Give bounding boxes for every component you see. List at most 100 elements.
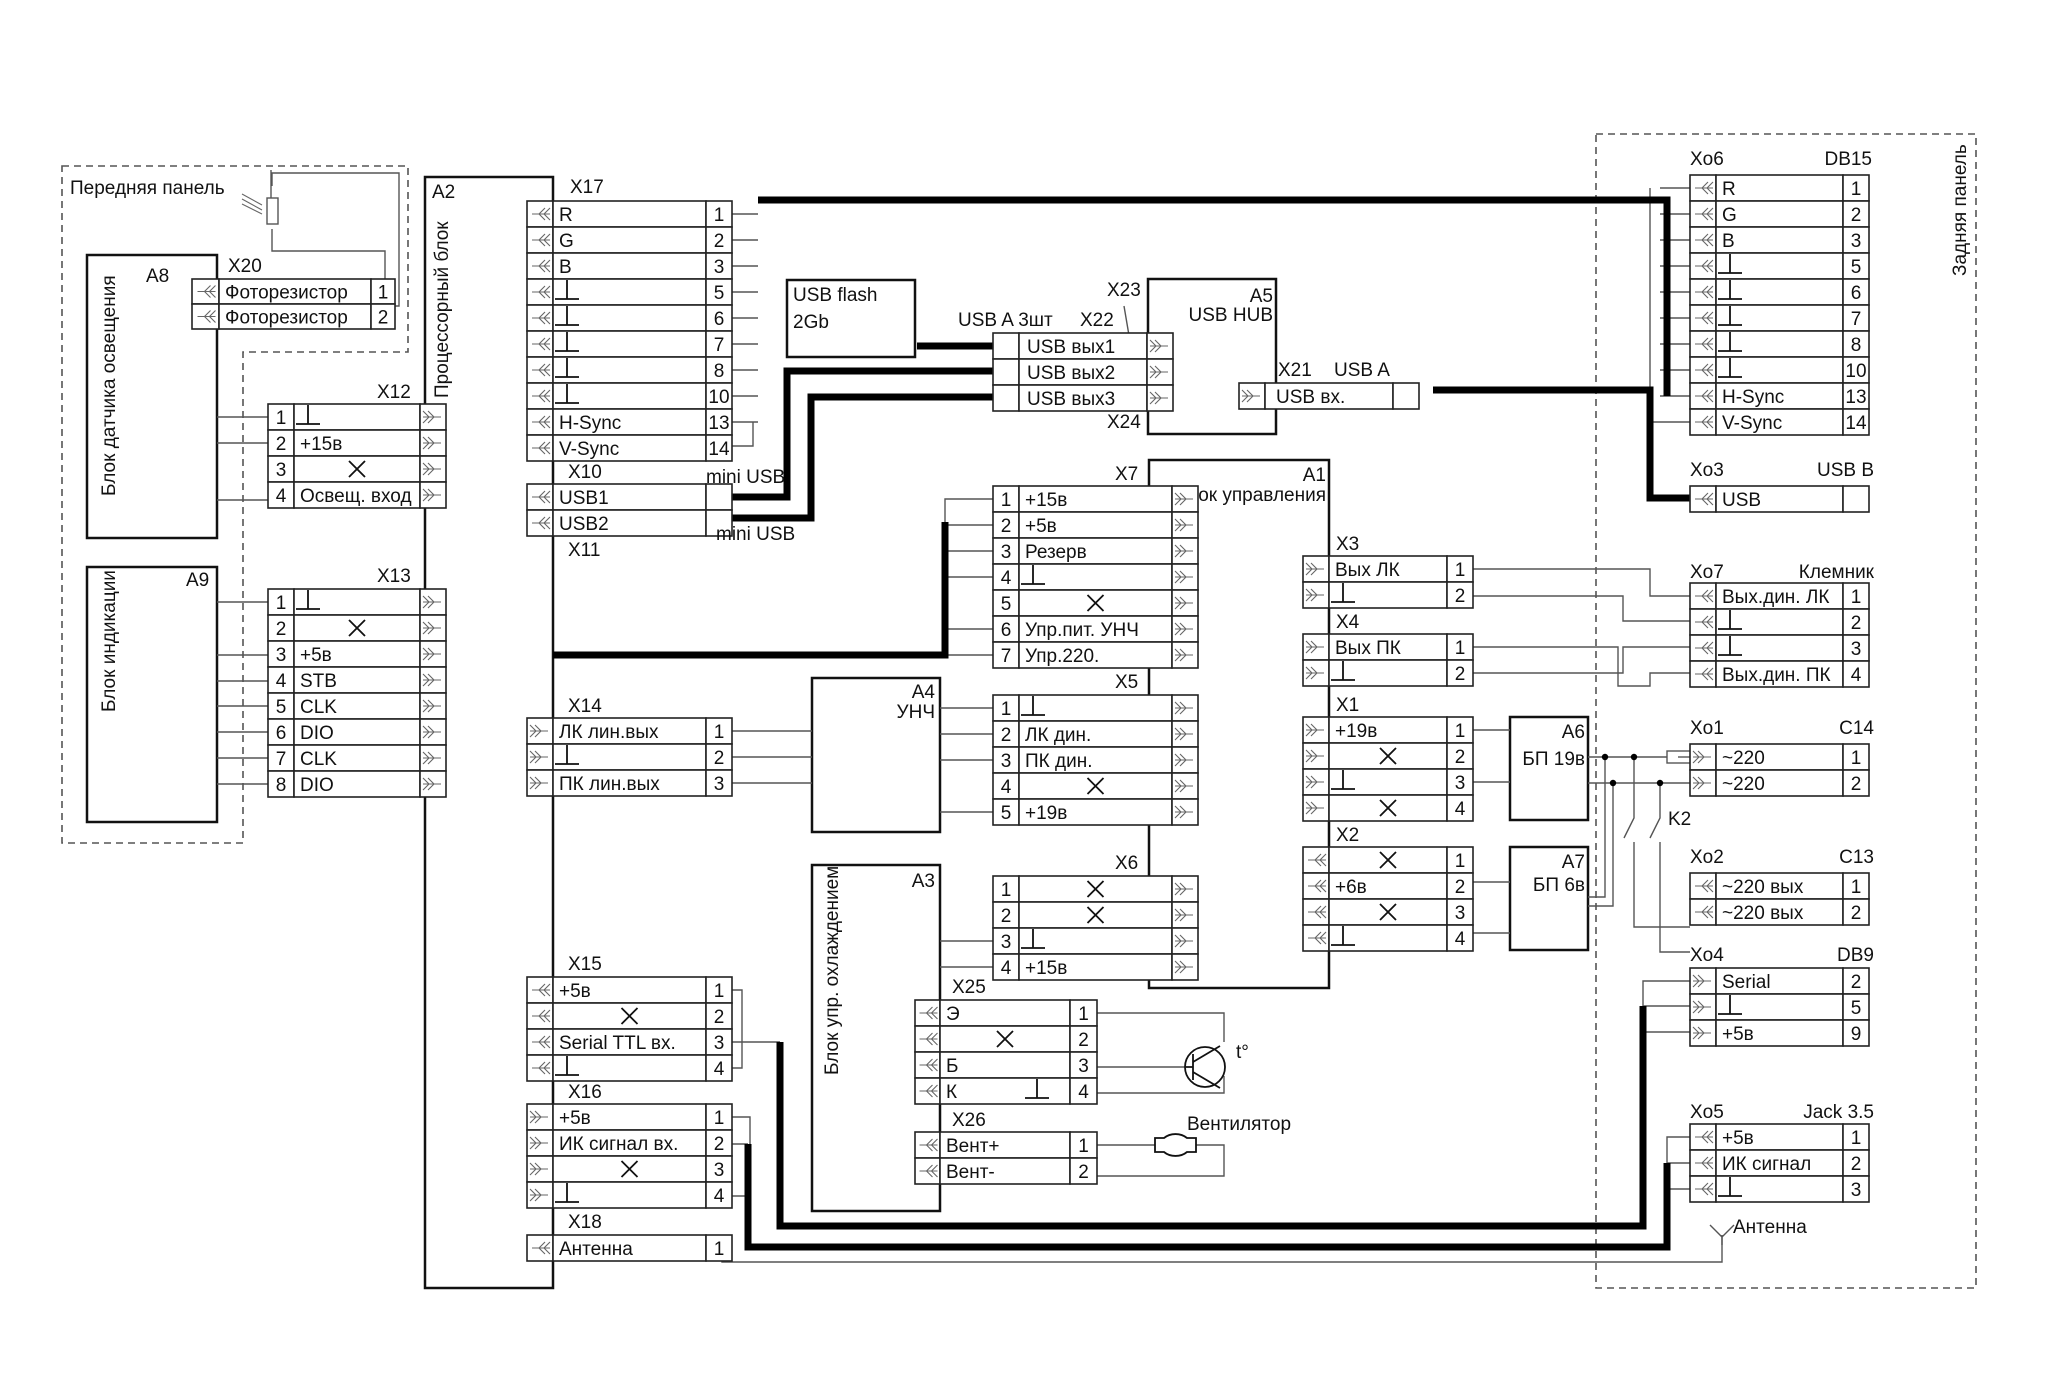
pin-label: Упр.220.: [1025, 646, 1099, 667]
connector-ref: X5: [1115, 672, 1138, 693]
pin-label: USB вых2: [1027, 363, 1115, 384]
pin-number: 3: [714, 257, 725, 278]
pin-label: ИК сигнал вх.: [559, 1134, 678, 1155]
pin-label-cell: [552, 382, 707, 410]
connector-x22-x24: USB вых1 USB вых2 USB вых3 USB A 3шт X22 X23 X…: [958, 280, 1174, 433]
pin-label: ПК лин.вых: [559, 774, 660, 795]
pin-number: 7: [1851, 309, 1862, 330]
contact-cell: [992, 332, 1020, 360]
connector-ref: X3: [1336, 534, 1359, 555]
pin-number: 3: [1078, 1056, 1089, 1077]
connector-xo1: ~220 1 ~220 2 Xo1 C14: [1689, 718, 1874, 797]
connector-x7: 1 +15в 2 +5в 3 Резерв 4 5 6 Упр.пит. УНЧ 7 Упр.220.…: [992, 464, 1199, 669]
pin-label-cell: [552, 1054, 707, 1082]
pin-number: 2: [1455, 877, 1466, 898]
pin-label-cell: [1018, 927, 1173, 955]
pin-number: 4: [1001, 777, 1012, 798]
pin-label: CLK: [300, 749, 337, 770]
pin-number: 9: [1851, 1024, 1862, 1045]
pin-label-cell: [1328, 768, 1448, 796]
pin-label-cell: [552, 356, 707, 384]
pin-label: Serial: [1722, 972, 1771, 993]
pin-number: 3: [276, 645, 287, 666]
pin-number: 1: [378, 283, 389, 304]
connector-x6: 1 2 3 4 +15в X6: [992, 853, 1199, 981]
junction-dot: [1630, 753, 1638, 761]
pin-number: 13: [708, 413, 729, 434]
pin-number: 6: [1001, 620, 1012, 641]
connector-ref: X22: [1080, 310, 1114, 331]
pin-number: 5: [1001, 803, 1012, 824]
pin-label-cell: [1715, 330, 1844, 358]
pin-label: +5в: [1722, 1128, 1754, 1149]
connector-type: C13: [1839, 847, 1874, 868]
fan-motor-icon: [1154, 1133, 1197, 1157]
pin-number: 8: [714, 361, 725, 382]
pin-label: +5в: [1722, 1024, 1754, 1045]
connector-x18: Антенна 1 X18: [526, 1212, 733, 1262]
pin-label: +19в: [1025, 803, 1067, 824]
connector-ref: X18: [568, 1212, 602, 1233]
pin-label: Антенна: [559, 1239, 633, 1260]
block-a9-name: Блок индикации: [99, 570, 120, 712]
pin-number: 2: [1851, 1154, 1862, 1175]
connector-type: USB B: [1817, 460, 1874, 481]
pin-label: +15в: [1025, 958, 1067, 979]
connector-x26: Вент+ 1 Вент- 2 X26: [914, 1110, 1098, 1185]
pin-number: 5: [1851, 257, 1862, 278]
wiring-diagram: Передняя панель Задняя панель A8 Блок да…: [0, 0, 2048, 1382]
connector-ref: Xo1: [1690, 718, 1724, 739]
connector-type: mini USB: [706, 467, 785, 488]
connector-ref: Xo4: [1690, 945, 1724, 966]
pin-label: V-Sync: [559, 439, 619, 460]
pin-label-cell: [1715, 1175, 1844, 1203]
connector-ref: X24: [1107, 412, 1141, 433]
block-a8-ref: A8: [146, 266, 169, 287]
pin-number: 2: [714, 1007, 725, 1028]
connector-x17: R 1 G 2 B 3 5 6 7 8 10 H-Sync 13 V-Sync 14 X17: [526, 177, 733, 462]
pin-label-cell: [1018, 563, 1173, 591]
connector-type: USB A: [1334, 360, 1390, 381]
connector-type: C14: [1839, 718, 1874, 739]
pin-number: 1: [1851, 748, 1862, 769]
pin-number: 1: [1851, 877, 1862, 898]
pin-label: H-Sync: [559, 413, 621, 434]
pin-number: 1: [714, 981, 725, 1002]
pin-label: G: [1722, 205, 1737, 226]
pin-number: 4: [1078, 1082, 1089, 1103]
pin-label: +15в: [1025, 490, 1067, 511]
connector-type: DB15: [1824, 149, 1872, 170]
connector-ref: X7: [1115, 464, 1138, 485]
pin-number: 4: [276, 486, 287, 507]
connector-x25: Э 1 2 Б 3 К 4 X25: [914, 977, 1098, 1105]
junction-dot: [1601, 753, 1609, 761]
connector-ref: X11: [568, 540, 600, 561]
antenna-label: Антенна: [1733, 1217, 1807, 1238]
pin-number: 2: [1078, 1162, 1089, 1183]
connector-x21: USB вх. X21 USB A: [1238, 360, 1420, 410]
pin-label: R: [1722, 179, 1736, 200]
pin-label-cell: [1328, 924, 1448, 952]
connector-type: USB A 3шт: [958, 310, 1053, 331]
pin-label: +6в: [1335, 877, 1367, 898]
pin-label-cell: [293, 403, 421, 431]
pin-number: 1: [276, 408, 287, 429]
pin-number: 1: [1455, 560, 1466, 581]
pin-label: Вых.дин. ПК: [1722, 665, 1831, 686]
pin-label-cell: [1328, 659, 1448, 687]
pin-label: Вент-: [946, 1162, 995, 1183]
connector-x12: 1 2 +15в 3 4 Освещ. вход X12: [267, 382, 447, 509]
connector-ref: X12: [377, 382, 411, 403]
pin-number: 2: [1851, 613, 1862, 634]
pin-number: 2: [1455, 586, 1466, 607]
pin-number: 2: [1455, 747, 1466, 768]
pin-label: ~220: [1722, 748, 1765, 769]
connector-ref: X16: [568, 1082, 602, 1103]
junction-dot: [1609, 779, 1617, 787]
contact-cell: [992, 384, 1020, 412]
pin-label-cell: [552, 278, 707, 306]
connector-ref: X6: [1115, 853, 1138, 874]
pin-label: H-Sync: [1722, 387, 1784, 408]
connector-type: Jack 3.5: [1803, 1102, 1874, 1123]
block-a6-ref: A6: [1562, 722, 1585, 743]
